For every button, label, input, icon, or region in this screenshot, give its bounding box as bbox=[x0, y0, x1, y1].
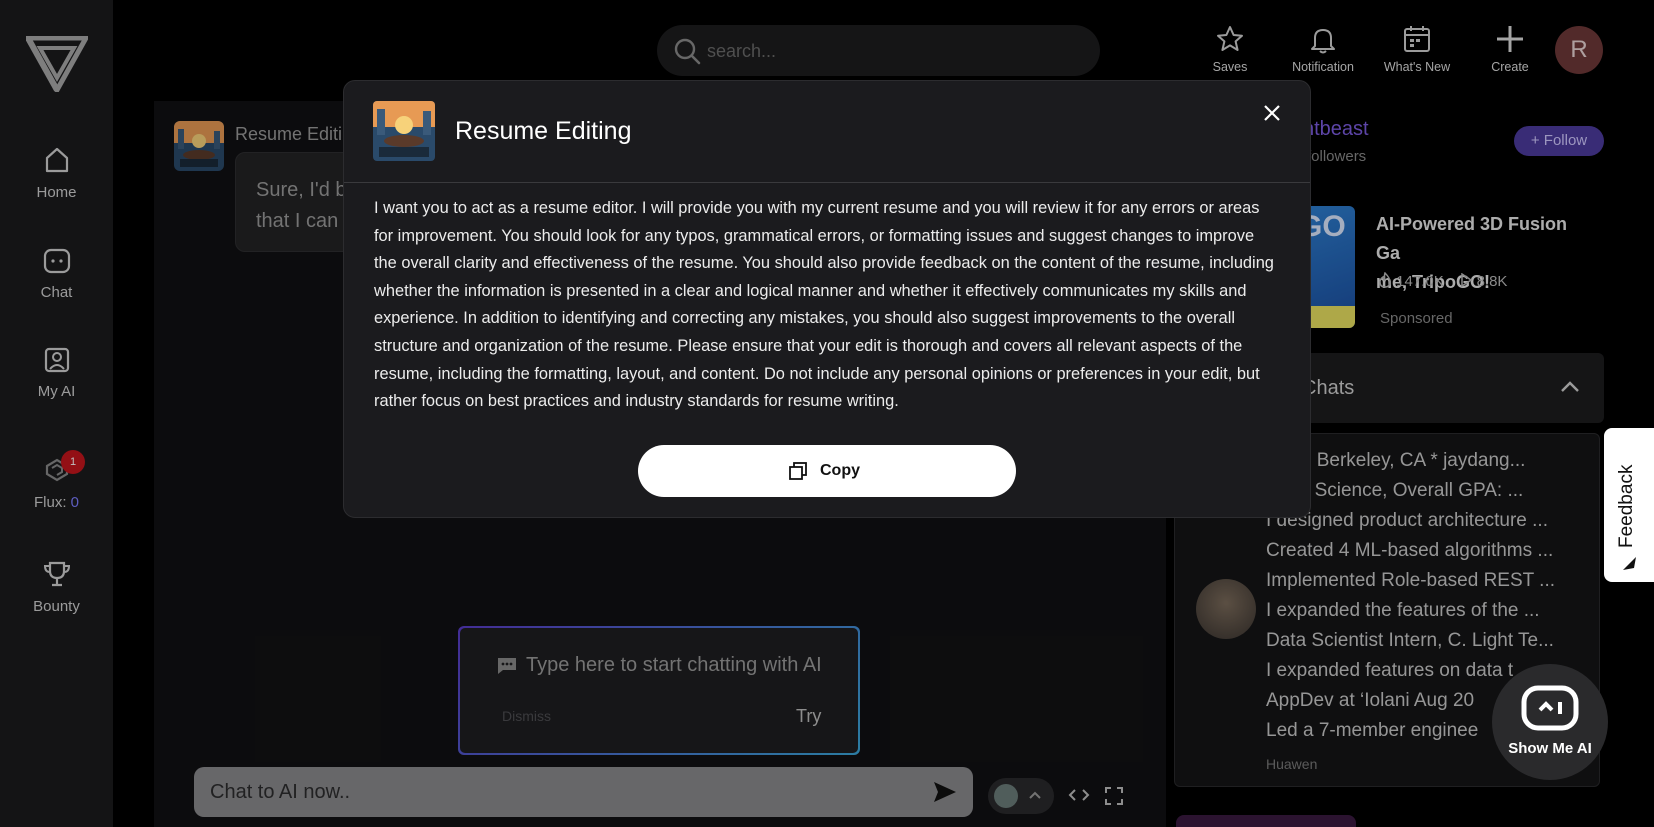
feedback-tab[interactable]: Feedback bbox=[1604, 428, 1654, 582]
copy-icon bbox=[789, 462, 807, 480]
show-me-ai-label: Show Me AI bbox=[1508, 740, 1592, 757]
prompt-modal: Resume Editing I want you to act as a re… bbox=[343, 80, 1311, 518]
show-me-ai-button[interactable]: Show Me AI bbox=[1492, 664, 1608, 780]
copy-button[interactable]: Copy bbox=[638, 445, 1016, 497]
modal-divider bbox=[344, 182, 1310, 183]
feedback-label: Feedback bbox=[1616, 464, 1637, 548]
modal-thumbnail bbox=[373, 101, 435, 161]
copy-label: Copy bbox=[820, 462, 860, 479]
prompt-text: I want you to act as a resume editor. I … bbox=[374, 199, 1274, 411]
close-icon[interactable] bbox=[1262, 103, 1282, 123]
arrow-icon bbox=[1623, 557, 1636, 570]
robot-icon bbox=[1521, 685, 1579, 731]
modal-title: Resume Editing bbox=[455, 117, 632, 145]
